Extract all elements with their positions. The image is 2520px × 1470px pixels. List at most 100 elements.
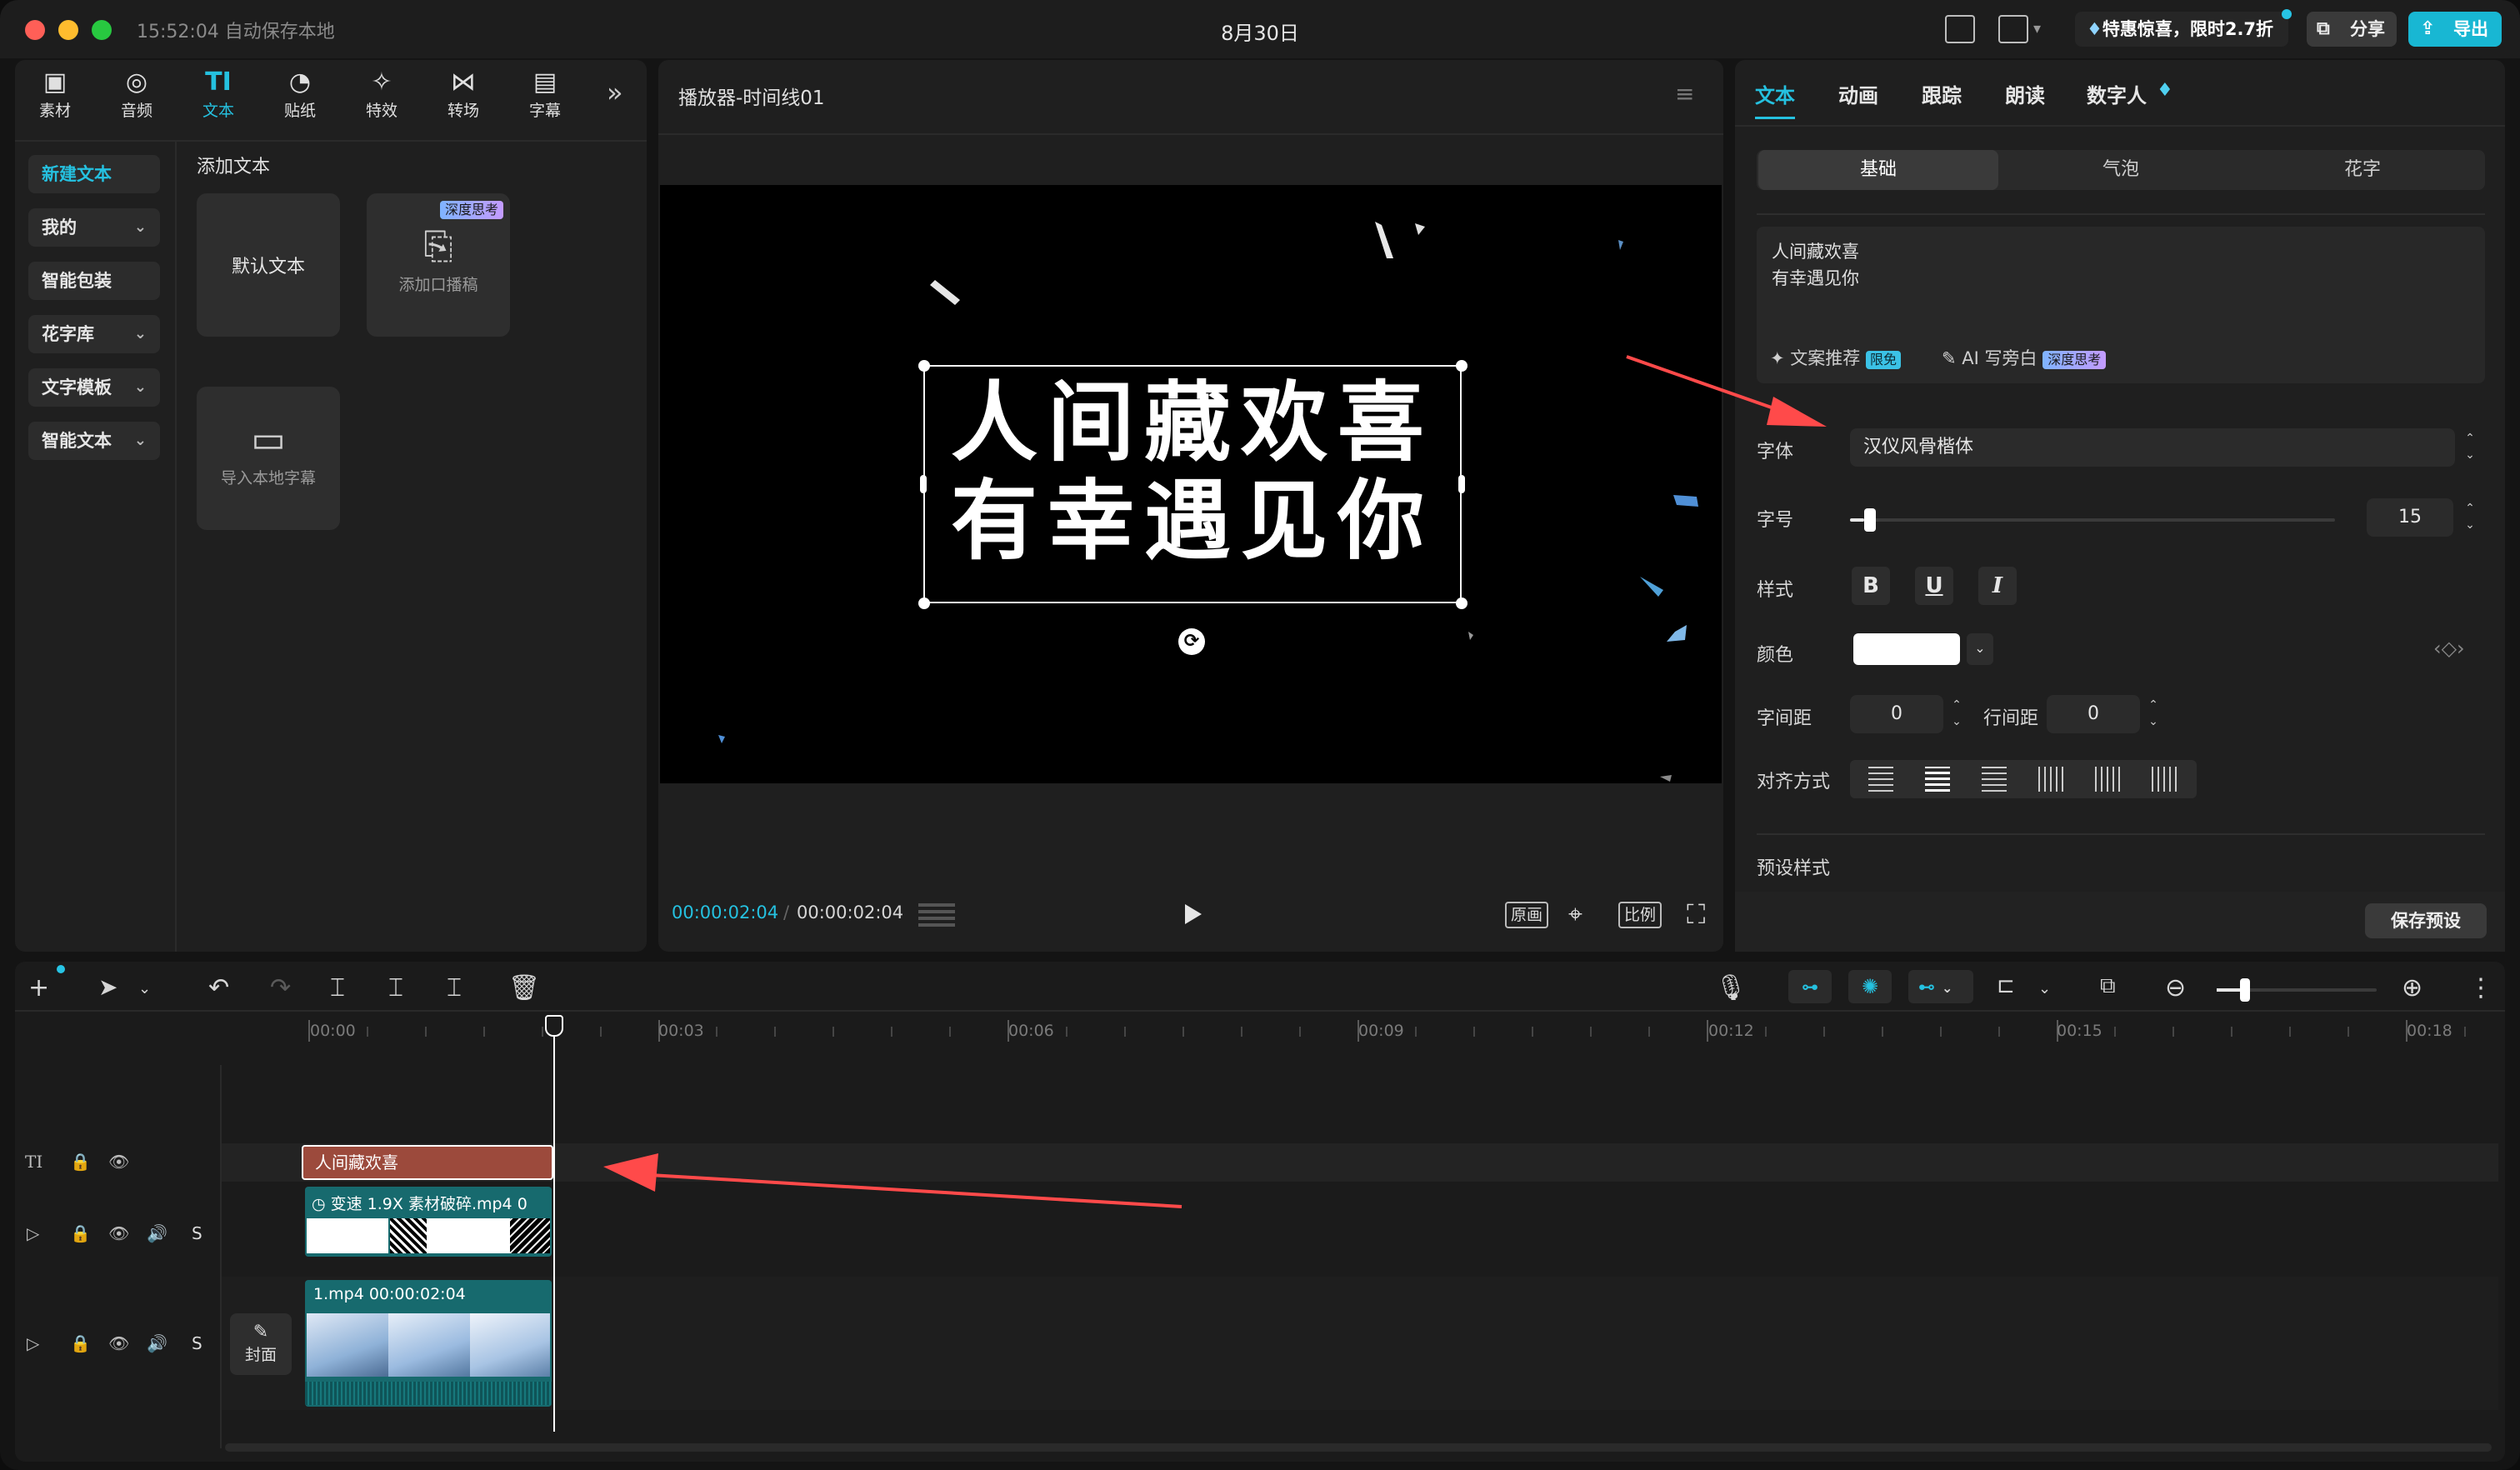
eye-icon[interactable]: 👁 [108, 1333, 129, 1353]
preview-axis-button[interactable]: ⊷ ⌄ [1908, 970, 1973, 1003]
line-spacing-stepper-icon[interactable]: ⌃ ⌄ [2143, 695, 2163, 733]
lock-icon[interactable]: 🔒 [70, 1333, 91, 1353]
size-stepper-icon[interactable]: ⌃ ⌄ [2460, 498, 2480, 537]
timecode-grid-icon[interactable] [918, 902, 955, 927]
bold-button[interactable]: B [1852, 567, 1890, 605]
eye-icon[interactable]: 👁 [108, 1223, 129, 1243]
playhead-handle[interactable] [545, 1015, 563, 1037]
timeline-scrollbar[interactable] [225, 1443, 2492, 1452]
font-select[interactable]: 汉仪风骨楷体 [1850, 428, 2455, 467]
more-options-icon[interactable]: ⋮ [2468, 973, 2493, 1002]
speaker-icon[interactable]: 🔊 [147, 1223, 168, 1243]
split-right-icon[interactable]: ⌶ [447, 973, 462, 1002]
align-tool-chevron-icon[interactable]: ⌄ [2038, 980, 2051, 998]
solo-button[interactable]: S [192, 1223, 202, 1243]
tab-digital-human[interactable]: 数字人 [2087, 79, 2147, 108]
speaker-icon[interactable]: 🔊 [147, 1333, 168, 1353]
eye-icon[interactable]: 👁 [108, 1152, 129, 1172]
layout-icon[interactable] [1998, 15, 2028, 43]
export-button[interactable]: ⇪ 导出 [2408, 12, 2502, 47]
font-stepper-icon[interactable]: ⌃ ⌄ [2460, 428, 2480, 467]
playhead[interactable] [553, 1015, 555, 1432]
timeline-zoom-knob[interactable] [2240, 978, 2250, 1002]
share-button[interactable]: ⧉ 分享 [2307, 12, 2397, 47]
align-vertical-bottom-icon[interactable] [2152, 767, 2177, 792]
copy-recommend-button[interactable]: ✦ 文案推荐 限免 [1770, 345, 1901, 370]
layout-chevron-icon[interactable]: ▾ [2033, 20, 2041, 38]
resize-handle-bottom-left[interactable] [918, 598, 930, 609]
tab-transition[interactable]: ⋈ 转场 [430, 67, 497, 121]
link-icon[interactable]: ✺ [1848, 970, 1892, 1003]
tab-sticker[interactable]: ◔ 贴纸 [267, 67, 333, 121]
size-slider-knob[interactable] [1864, 508, 1877, 532]
text-clip[interactable]: 人间藏欢喜 [302, 1145, 553, 1180]
sidebar-item-smart-text[interactable]: 智能文本 ⌄ [28, 422, 160, 460]
zoom-in-icon[interactable]: ⊕ [2402, 973, 2422, 1002]
ai-narration-button[interactable]: ✎ AI 写旁白 深度思考 [1942, 345, 2107, 370]
segment-basic[interactable]: 基础 [1758, 150, 1998, 190]
align-vertical-top-icon[interactable] [2038, 767, 2063, 792]
solo-button[interactable]: S [192, 1333, 202, 1353]
sidebar-item-new-text[interactable]: 新建文本 [28, 155, 160, 193]
effect-clip[interactable]: ◷ 变速 1.9X 素材破碎.mp4 0 [305, 1187, 552, 1257]
player-menu-icon[interactable]: ≡ [1675, 80, 1694, 108]
magnet-snap-button[interactable]: ⊶ [1788, 970, 1832, 1003]
align-left-icon[interactable] [1868, 767, 1893, 792]
sidebar-item-text-template[interactable]: 文字模板 ⌄ [28, 368, 160, 407]
align-right-icon[interactable] [1982, 767, 2007, 792]
underline-button[interactable]: U [1915, 567, 1953, 605]
fullscreen-icon[interactable]: ⛶ [1687, 898, 1705, 931]
line-spacing-input[interactable]: 0 [2047, 695, 2140, 733]
resize-handle-bottom-right[interactable] [1456, 598, 1468, 609]
align-vertical-center-icon[interactable] [2095, 767, 2120, 792]
default-text-card[interactable]: 默认文本 [197, 193, 340, 337]
video-canvas[interactable]: 人间藏欢喜 有幸遇见你 ⟳ [660, 185, 1722, 783]
resize-handle-top-right[interactable] [1456, 360, 1468, 372]
save-preset-button[interactable]: 保存预设 [2365, 903, 2487, 938]
tab-tracking[interactable]: 跟踪 [1922, 79, 1962, 108]
tab-animation[interactable]: 动画 [1838, 79, 1878, 108]
tab-media[interactable]: ▣ 素材 [22, 67, 88, 121]
align-tool-icon[interactable]: ⊏ [1997, 973, 2015, 998]
preview-screen-icon[interactable]: ⧉ [2100, 973, 2116, 999]
original-quality-button[interactable]: 原画 [1505, 902, 1548, 928]
lock-icon[interactable]: 🔒 [70, 1152, 91, 1172]
delete-icon[interactable]: 🗑 [508, 973, 540, 1002]
segment-bubble[interactable]: 气泡 [2000, 150, 2242, 190]
tab-subtitle[interactable]: ▤ 字幕 [512, 67, 578, 121]
select-chevron-icon[interactable]: ⌄ [138, 980, 151, 998]
keyframe-icon[interactable]: ‹◇› [2433, 637, 2465, 660]
split-left-icon[interactable]: ⌶ [388, 973, 403, 1002]
split-icon[interactable]: ⌶ [330, 973, 345, 1002]
add-track-icon[interactable]: + [28, 973, 49, 1002]
size-input[interactable]: 15 [2367, 498, 2453, 537]
color-swatch[interactable] [1853, 633, 1960, 665]
timeline-zoom-track[interactable] [2217, 978, 2377, 1002]
shortcut-keyboard-icon[interactable] [1945, 15, 1975, 43]
align-center-icon[interactable] [1925, 767, 1950, 792]
tab-read-aloud[interactable]: 朗读 [2005, 79, 2045, 108]
select-cursor-icon[interactable]: ➤ [98, 973, 118, 1001]
microphone-icon[interactable]: 🎙 [1715, 973, 1747, 1002]
aspect-ratio-button[interactable]: 比例 [1618, 902, 1662, 928]
zoom-out-icon[interactable]: ⊖ [2165, 973, 2186, 1002]
tab-effects[interactable]: ✧ 特效 [348, 67, 415, 121]
more-tabs-icon[interactable]: » [607, 77, 623, 108]
tab-text[interactable]: TI 文本 [185, 67, 252, 121]
sidebar-item-mine[interactable]: 我的 ⌄ [28, 208, 160, 247]
italic-button[interactable]: I [1978, 567, 2017, 605]
letter-spacing-stepper-icon[interactable]: ⌃ ⌄ [1947, 695, 1967, 733]
segment-fancy[interactable]: 花字 [2242, 150, 2483, 190]
add-script-card[interactable]: 深度思考 ⎘ 添加口播稿 [367, 193, 510, 337]
sidebar-item-smart-pack[interactable]: 智能包装 [28, 262, 160, 300]
import-subtitle-card[interactable]: ▭ 导入本地字幕 [197, 387, 340, 530]
promo-button[interactable]: ♦特惠惊喜，限时2.7折 [2075, 9, 2292, 47]
resize-handle-top-left[interactable] [918, 360, 930, 372]
undo-icon[interactable]: ↶ [208, 973, 229, 1002]
redo-icon[interactable]: ↷ [270, 973, 291, 1002]
main-clip[interactable]: 1.mp4 00:00:02:04 [305, 1280, 552, 1407]
size-slider-track[interactable] [1850, 508, 2335, 532]
cover-button[interactable]: ✎ 封面 [230, 1313, 292, 1375]
rotate-handle-icon[interactable]: ⟳ [1178, 628, 1205, 655]
fit-screen-icon[interactable]: ⌖ [1568, 900, 1582, 929]
